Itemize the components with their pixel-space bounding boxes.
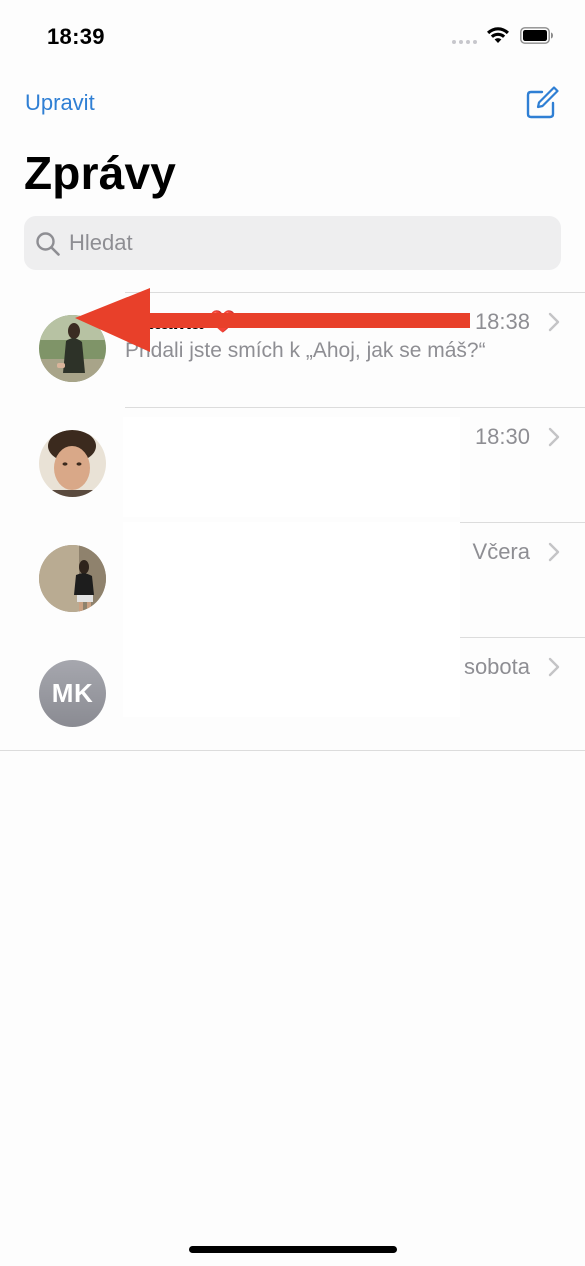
avatar-initials: MK: [39, 660, 106, 727]
blurred-content: [123, 417, 460, 517]
message-time: Včera: [472, 539, 530, 564]
message-time: 18:38: [474, 309, 530, 334]
wifi-icon: [487, 27, 509, 43]
message-time: 18:30: [474, 424, 530, 449]
message-time: sobota: [463, 654, 530, 679]
row-divider: [125, 407, 585, 408]
chevron-right-icon: [548, 657, 560, 677]
edit-button[interactable]: Upravit: [25, 90, 95, 116]
status-bar: 18:39: [0, 0, 585, 70]
blurred-content: [123, 522, 460, 637]
conversation-row[interactable]: Včera: [0, 522, 585, 637]
avatar: [39, 430, 106, 497]
search-icon: [36, 232, 60, 256]
annotation-arrow-icon: [75, 288, 470, 352]
search-input[interactable]: [69, 216, 539, 270]
list-bottom-divider: [0, 750, 585, 751]
chevron-right-icon: [548, 427, 560, 447]
conversation-row[interactable]: 18:30: [0, 407, 585, 522]
compose-icon[interactable]: [525, 86, 559, 120]
blurred-content: [123, 637, 460, 717]
search-bar[interactable]: [24, 216, 561, 270]
chevron-right-icon: [548, 312, 560, 332]
battery-icon: [520, 27, 553, 44]
conversation-list: Natálka ❤️ Přidali jste smích k „Ahoj, j…: [0, 292, 585, 752]
avatar: [39, 545, 106, 612]
row-divider: [460, 522, 585, 523]
cellular-signal-icon: [452, 40, 477, 44]
page-title: Zprávy: [24, 147, 177, 199]
conversation-row[interactable]: MK sobota: [0, 637, 585, 752]
home-indicator: [189, 1246, 397, 1253]
chevron-right-icon: [548, 542, 560, 562]
status-time: 18:39: [47, 24, 105, 49]
row-divider: [460, 637, 585, 638]
